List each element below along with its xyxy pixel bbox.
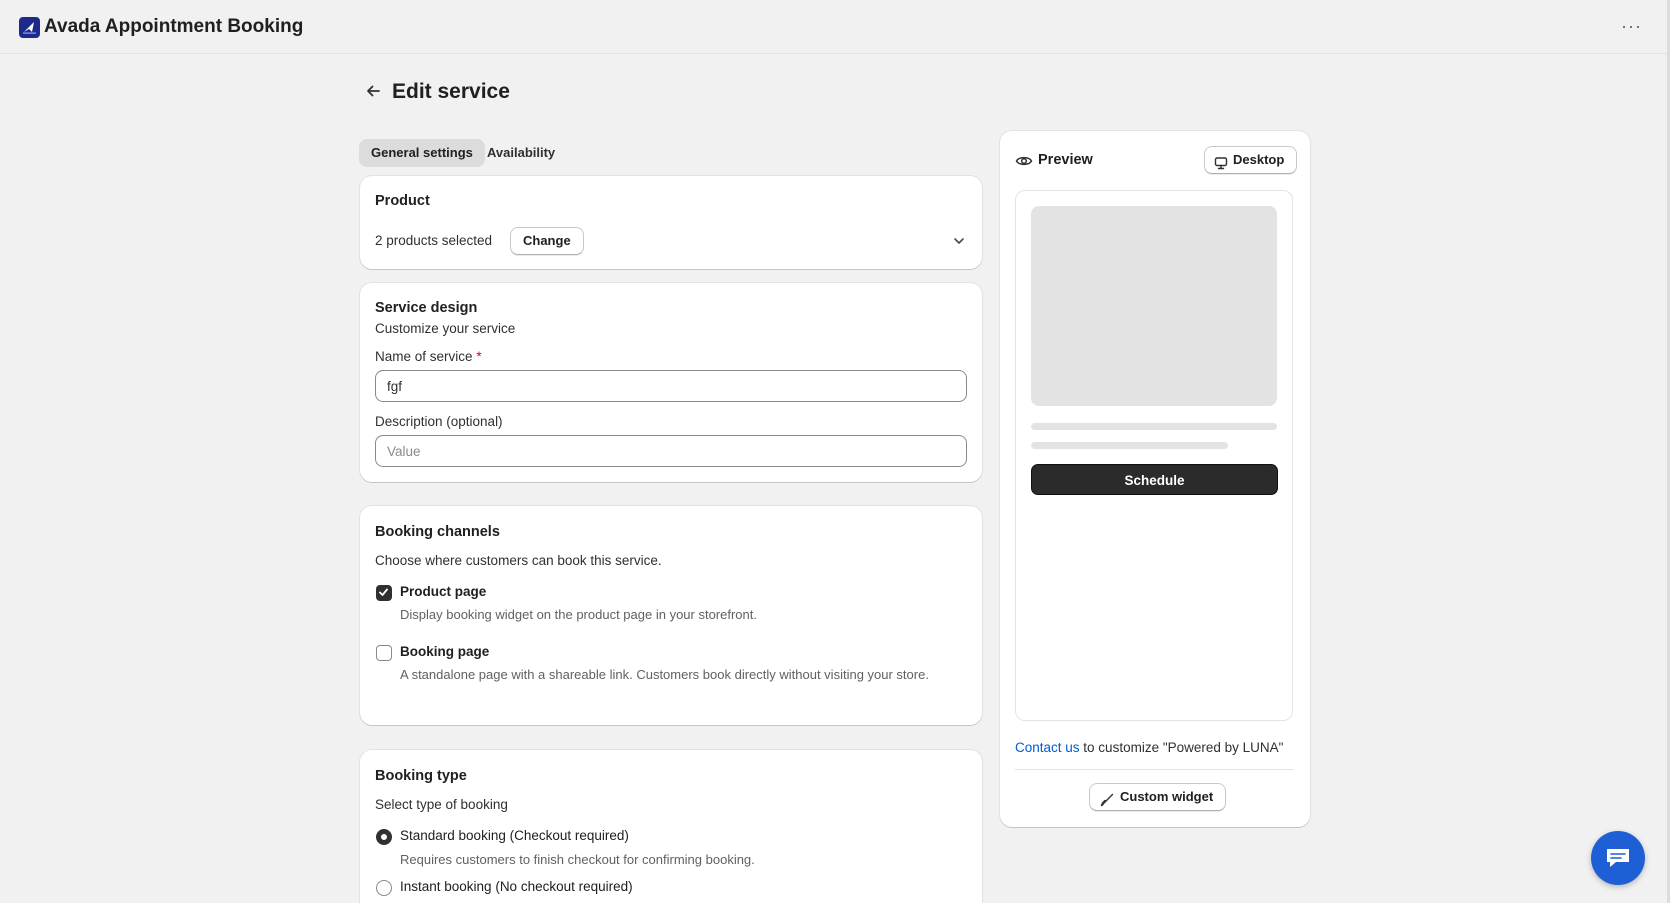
booking-page-help: A standalone page with a shareable link.… (400, 667, 929, 682)
booking-channels-card: Booking channels Choose where customers … (360, 506, 982, 725)
app-topbar: Avada Appointment Booking ··· (0, 0, 1670, 54)
preview-divider (1015, 769, 1294, 770)
tab-general-settings[interactable]: General settings (359, 139, 485, 167)
chat-bubble-icon (1607, 849, 1629, 867)
powered-by-text: to customize "Powered by LUNA" (1079, 740, 1284, 755)
products-selected-text: 2 products selected (375, 233, 493, 248)
change-products-button[interactable]: Change (510, 227, 584, 255)
schedule-button[interactable]: Schedule (1031, 464, 1278, 495)
instant-booking-label[interactable]: Instant booking (No checkout required) (400, 879, 633, 894)
service-design-title: Service design (375, 300, 478, 316)
desktop-toggle-button[interactable]: Desktop (1204, 146, 1298, 174)
desktop-label: Desktop (1233, 152, 1285, 167)
service-name-label: Name of service * (375, 349, 482, 364)
service-name-label-text: Name of service (375, 349, 473, 364)
booking-type-card: Booking type Select type of booking Stan… (360, 750, 982, 903)
brush-icon (1100, 790, 1114, 807)
checkmark-icon (379, 588, 388, 596)
custom-widget-button[interactable]: Custom widget (1089, 783, 1227, 811)
image-placeholder (1031, 206, 1277, 406)
app-logo (19, 17, 40, 38)
preview-panel: Preview Desktop Schedule Contact us to c… (1000, 131, 1310, 827)
preview-title: Preview (1038, 152, 1093, 168)
contact-us-link[interactable]: Contact us (1015, 740, 1080, 755)
instant-booking-radio[interactable] (376, 880, 392, 896)
monitor-icon (1214, 153, 1228, 170)
required-marker: * (476, 349, 482, 364)
back-arrow-icon[interactable] (364, 82, 384, 102)
standard-booking-radio[interactable] (376, 829, 392, 845)
app-title: Avada Appointment Booking (44, 16, 304, 37)
booking-type-subtitle: Select type of booking (375, 797, 508, 812)
booking-page-checkbox[interactable] (376, 645, 392, 661)
app-logo-icon (23, 22, 36, 34)
text-placeholder-line-short (1031, 442, 1228, 449)
description-input[interactable] (375, 435, 967, 467)
chat-support-button[interactable] (1591, 831, 1645, 885)
powered-by-note: Contact us to customize "Powered by LUNA… (1015, 740, 1283, 755)
product-card: Product 2 products selected Change (360, 176, 982, 269)
product-page-label[interactable]: Product page (400, 584, 486, 599)
service-design-card: Service design Customize your service Na… (360, 283, 982, 482)
widget-preview-frame: Schedule (1015, 190, 1293, 721)
service-name-input[interactable] (375, 370, 967, 402)
standard-booking-help: Requires customers to finish checkout fo… (400, 852, 755, 867)
booking-page-label[interactable]: Booking page (400, 644, 489, 659)
chevron-down-icon[interactable] (952, 234, 966, 248)
service-design-subtitle: Customize your service (375, 321, 516, 336)
standard-booking-label[interactable]: Standard booking (Checkout required) (400, 828, 629, 843)
custom-widget-label: Custom widget (1120, 789, 1214, 804)
eye-icon (1015, 152, 1033, 170)
page-title: Edit service (392, 80, 510, 103)
booking-channels-title: Booking channels (375, 524, 500, 540)
product-page-checkbox[interactable] (376, 585, 392, 601)
text-placeholder-line (1031, 423, 1277, 430)
product-page-help: Display booking widget on the product pa… (400, 607, 757, 622)
booking-channels-subtitle: Choose where customers can book this ser… (375, 553, 662, 568)
tab-availability[interactable]: Availability (475, 139, 567, 167)
product-card-title: Product (375, 193, 430, 209)
booking-type-title: Booking type (375, 768, 467, 784)
description-label: Description (optional) (375, 414, 503, 429)
more-actions-icon[interactable]: ··· (1621, 16, 1642, 37)
